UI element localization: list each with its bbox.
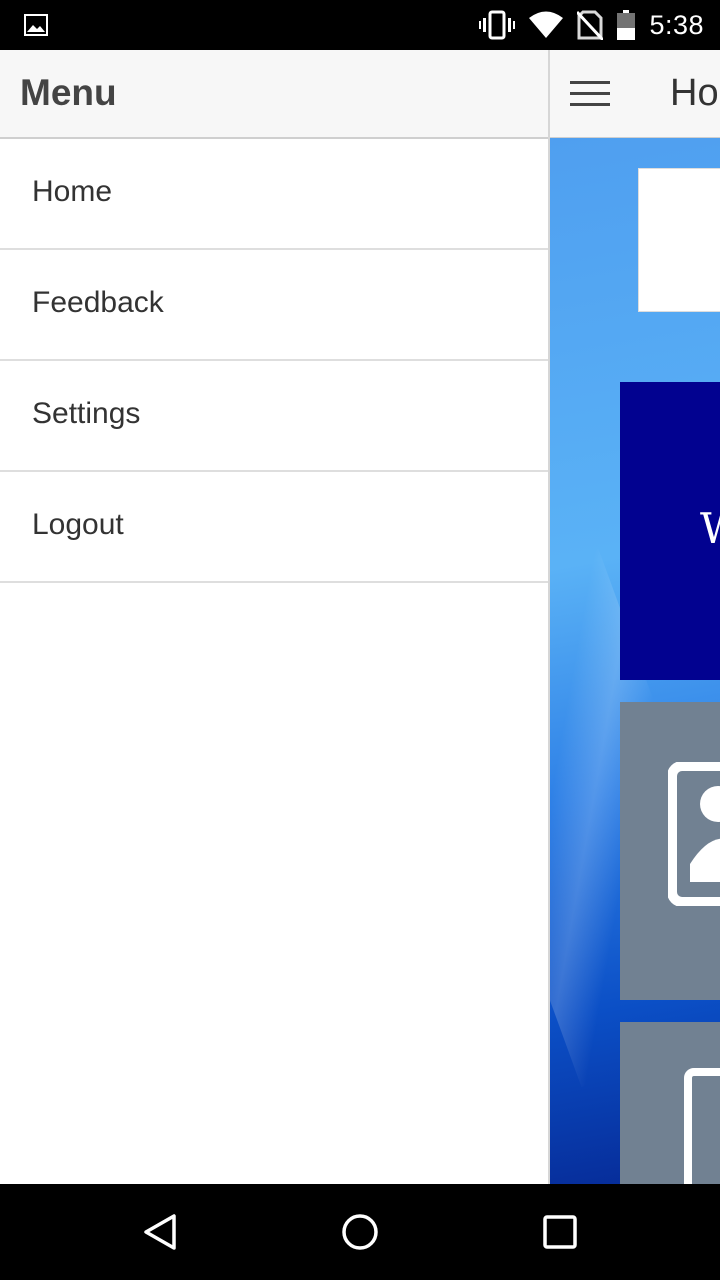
recents-icon[interactable]: [540, 1212, 580, 1252]
menu-item-label: Home: [32, 175, 113, 208]
white-card[interactable]: [638, 168, 720, 312]
menu-item-label: Feedback: [32, 286, 164, 319]
clock: 5:38: [649, 9, 704, 40]
welcome-card[interactable]: W: [620, 382, 720, 680]
home-circle-icon[interactable]: [340, 1212, 380, 1252]
profile-tile[interactable]: [620, 702, 720, 1000]
menu-item-logout[interactable]: Logout: [0, 472, 548, 583]
document-tile[interactable]: [620, 1022, 720, 1184]
document-icon: [684, 1068, 720, 1184]
wifi-icon: [529, 11, 564, 38]
menu-item-label: Logout: [32, 508, 124, 541]
menu-list: Home Feedback Settings Logout: [0, 139, 548, 583]
profile-image-icon: [668, 762, 720, 906]
main-header: Ho: [550, 50, 720, 138]
image-icon: [24, 14, 48, 36]
vibrate-icon: [479, 10, 516, 40]
welcome-card-text: W: [700, 504, 720, 553]
menu-item-label: Settings: [32, 397, 141, 430]
navigation-bar: [0, 1184, 720, 1280]
page-title: Ho: [670, 72, 719, 114]
menu-item-home[interactable]: Home: [0, 139, 548, 250]
navigation-drawer: Menu Home Feedback Settings Logout: [0, 50, 550, 1184]
main-content: Ho W: [550, 50, 720, 1184]
status-bar: 5:38: [0, 0, 720, 50]
no-sim-icon: [577, 10, 604, 40]
menu-item-feedback[interactable]: Feedback: [0, 250, 548, 361]
menu-item-settings[interactable]: Settings: [0, 361, 548, 472]
drawer-title: Menu: [20, 72, 117, 113]
back-icon[interactable]: [140, 1212, 180, 1252]
battery-icon: [617, 10, 636, 40]
drawer-header: Menu: [0, 50, 548, 139]
hamburger-menu-icon[interactable]: [570, 81, 610, 107]
